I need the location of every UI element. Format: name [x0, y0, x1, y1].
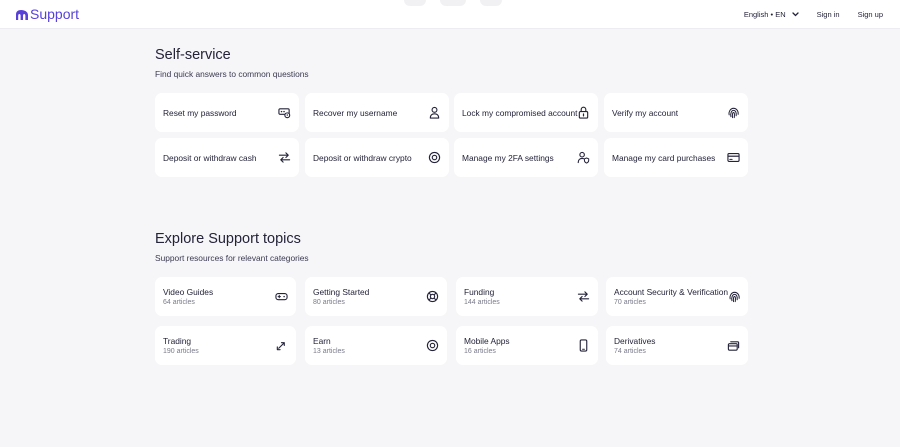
chevron-down-icon: [791, 12, 799, 17]
topic-account-security[interactable]: Account Security & Verification 70 artic…: [606, 277, 748, 316]
phone-icon: [577, 339, 590, 352]
top-header: Support English • EN Sign in Sign up: [0, 0, 900, 29]
header-actions: English • EN Sign in Sign up: [744, 0, 883, 29]
recover-username-card[interactable]: Recover my username: [305, 93, 449, 132]
topics-section: Explore Support topics Support resources…: [155, 231, 748, 263]
manage-card-purchases-card[interactable]: Manage my card purchases: [604, 138, 748, 177]
reset-password-card[interactable]: Reset my password: [155, 93, 299, 132]
password-key-icon: [278, 106, 291, 119]
card-label: Manage my 2FA settings: [462, 152, 554, 163]
section-subtitle: Find quick answers to common questions: [155, 69, 309, 79]
stacked-cards-icon: [727, 339, 740, 352]
topic-article-count: 74 articles: [614, 348, 646, 355]
topic-label: Trading: [163, 336, 192, 346]
trade-arrows-icon: [275, 339, 288, 352]
verify-account-card[interactable]: Verify my account: [604, 93, 748, 132]
crypto-coin-icon: [428, 151, 441, 164]
topic-article-count: 80 articles: [313, 299, 345, 306]
lifebuoy-icon: [426, 290, 439, 303]
transfer-arrows-icon: [278, 151, 291, 164]
fingerprint-icon: [728, 290, 741, 303]
brand-mark-icon: [16, 9, 28, 20]
section-subtitle: Support resources for relevant categorie…: [155, 253, 309, 263]
user-shield-icon: [577, 151, 590, 164]
topic-article-count: 13 articles: [313, 348, 345, 355]
header-decoration: [404, 0, 426, 6]
manage-2fa-card[interactable]: Manage my 2FA settings: [454, 138, 598, 177]
brand-logo[interactable]: Support: [15, 6, 79, 22]
card-label: Lock my compromised account: [462, 107, 578, 118]
coin-icon: [426, 339, 439, 352]
self-service-section: Self-service Find quick answers to commo…: [155, 47, 748, 79]
topic-article-count: 144 articles: [464, 299, 500, 306]
topic-mobile-apps[interactable]: Mobile Apps 16 articles: [456, 326, 598, 365]
card-label: Recover my username: [313, 107, 398, 118]
lock-icon: [577, 106, 590, 119]
topic-label: Mobile Apps: [464, 336, 510, 346]
topic-trading[interactable]: Trading 190 articles: [155, 326, 296, 365]
card-label: Verify my account: [612, 107, 679, 118]
card-label: Reset my password: [163, 107, 237, 118]
topic-label: Video Guides: [163, 287, 214, 297]
topic-getting-started[interactable]: Getting Started 80 articles: [305, 277, 447, 316]
topic-label: Funding: [464, 287, 495, 297]
topic-label: Getting Started: [313, 287, 370, 297]
topic-article-count: 190 articles: [163, 348, 199, 355]
card-label: Manage my card purchases: [612, 152, 716, 163]
section-title: Self-service: [155, 47, 231, 63]
language-selector[interactable]: English • EN: [744, 10, 799, 19]
topic-article-count: 16 articles: [464, 348, 496, 355]
topic-video-guides[interactable]: Video Guides 64 articles: [155, 277, 296, 316]
lock-account-card[interactable]: Lock my compromised account: [454, 93, 598, 132]
topic-label: Derivatives: [614, 336, 656, 346]
sign-in-link[interactable]: Sign in: [817, 10, 840, 19]
card-label: Deposit or withdraw cash: [163, 152, 257, 163]
topic-funding[interactable]: Funding 144 articles: [456, 277, 598, 316]
card-label: Deposit or withdraw crypto: [313, 152, 412, 163]
topic-article-count: 64 articles: [163, 299, 195, 306]
deposit-withdraw-crypto-card[interactable]: Deposit or withdraw crypto: [305, 138, 449, 177]
transfer-arrows-icon: [577, 290, 590, 303]
header-decoration: [440, 0, 466, 6]
topic-label: Earn: [313, 336, 331, 346]
user-icon: [428, 106, 441, 119]
section-title: Explore Support topics: [155, 231, 301, 247]
topic-label: Account Security & Verification: [614, 287, 729, 297]
gamepad-icon: [275, 290, 288, 303]
brand-name: Support: [30, 6, 80, 22]
topic-derivatives[interactable]: Derivatives 74 articles: [606, 326, 748, 365]
topic-earn[interactable]: Earn 13 articles: [305, 326, 447, 365]
card-icon: [727, 151, 740, 164]
language-label: English • EN: [743, 10, 786, 19]
deposit-withdraw-cash-card[interactable]: Deposit or withdraw cash: [155, 138, 299, 177]
fingerprint-icon: [727, 106, 740, 119]
header-decoration: [480, 0, 502, 6]
sign-up-link[interactable]: Sign up: [858, 10, 883, 19]
topic-article-count: 70 articles: [614, 299, 646, 306]
